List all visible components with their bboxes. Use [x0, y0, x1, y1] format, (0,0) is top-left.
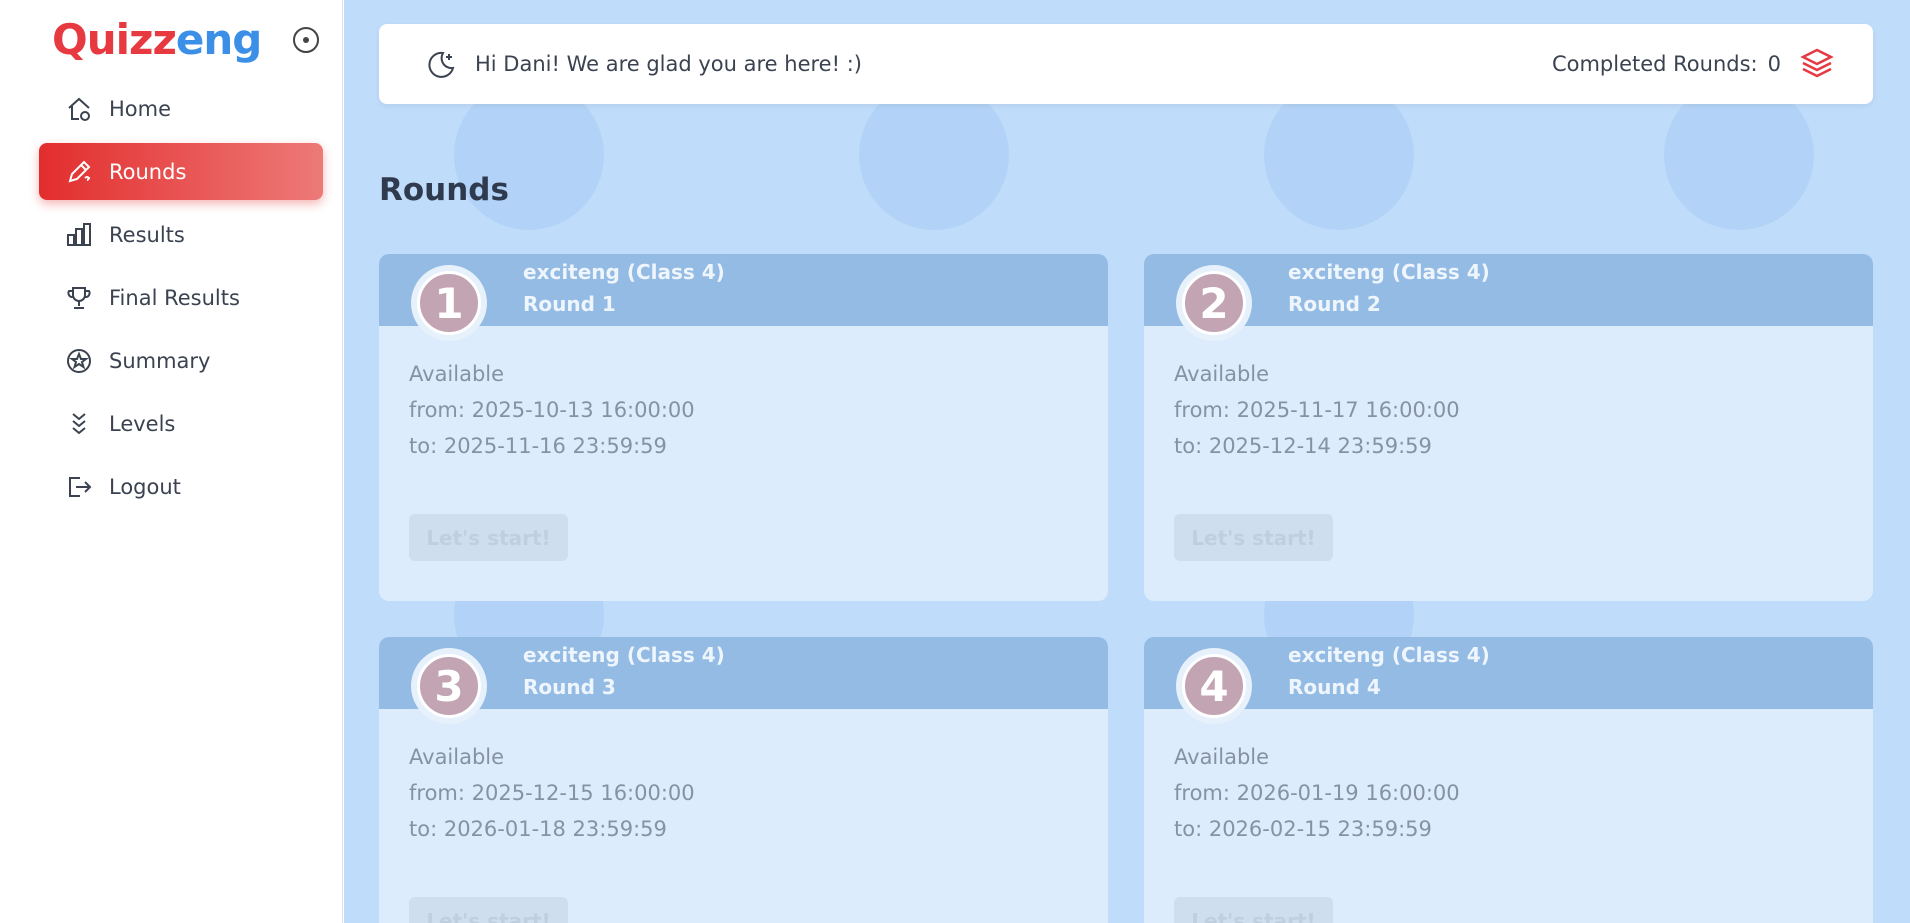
completed-rounds-label: Completed Rounds:	[1551, 52, 1758, 76]
sidebar: Quizzeng Home Rounds Results Final Resul…	[0, 0, 343, 923]
round-title: Round 4	[1288, 675, 1381, 699]
app-logo[interactable]: Quizzeng	[52, 10, 262, 70]
round-to-date: to: 2026-01-18 23:59:59	[409, 817, 667, 841]
round-availability: Available	[409, 745, 505, 769]
round-card: 3 exciteng (Class 4) Round 3 Available f…	[379, 637, 1108, 923]
home-icon	[65, 95, 93, 123]
logo-row: Quizzeng	[52, 10, 332, 70]
round-title: Round 1	[523, 292, 616, 316]
round-from-date: from: 2025-12-15 16:00:00	[409, 781, 695, 805]
round-card-header	[1144, 254, 1873, 326]
start-round-button[interactable]: Let's start!	[409, 897, 568, 923]
layers-icon	[1799, 46, 1835, 82]
pencil-icon	[65, 158, 93, 186]
round-to-date: to: 2025-11-16 23:59:59	[409, 434, 667, 458]
round-number-badge: 4	[1176, 648, 1252, 724]
sidebar-item-label: Results	[109, 222, 185, 247]
logo-red-text: uizz	[86, 15, 177, 64]
round-to-date: to: 2026-02-15 23:59:59	[1174, 817, 1432, 841]
logo-blue-text: eng	[175, 15, 262, 64]
round-availability: Available	[1174, 362, 1270, 386]
round-from-date: from: 2025-11-17 16:00:00	[1174, 398, 1460, 422]
star-circle-icon	[65, 347, 93, 375]
main-content: Hi Dani! We are glad you are here! :) Co…	[344, 0, 1910, 923]
round-number: 3	[417, 654, 481, 718]
greeting-bar: Hi Dani! We are glad you are here! :) Co…	[379, 24, 1873, 104]
sidebar-item-levels[interactable]: Levels	[39, 395, 323, 452]
greeting-text: Hi Dani! We are glad you are here! :)	[475, 52, 862, 76]
completed-rounds-value: 0	[1767, 52, 1781, 76]
round-number-badge: 3	[411, 648, 487, 724]
sidebar-item-label: Home	[109, 96, 172, 121]
round-card: 4 exciteng (Class 4) Round 4 Available f…	[1144, 637, 1873, 923]
logo-q: Q	[52, 15, 88, 64]
round-from-date: from: 2026-01-19 16:00:00	[1174, 781, 1460, 805]
sidebar-toggle-icon[interactable]	[293, 27, 319, 53]
round-class: exciteng (Class 4)	[1288, 260, 1490, 284]
round-class: exciteng (Class 4)	[523, 260, 725, 284]
sidebar-nav: Home Rounds Results Final Results Summar…	[39, 80, 323, 521]
sidebar-item-label: Rounds	[109, 159, 187, 184]
trophy-icon	[65, 284, 93, 312]
round-number: 2	[1182, 271, 1246, 335]
sidebar-item-summary[interactable]: Summary	[39, 332, 323, 389]
round-title: Round 2	[1288, 292, 1381, 316]
start-round-button[interactable]: Let's start!	[1174, 514, 1333, 561]
sidebar-item-label: Levels	[109, 411, 176, 436]
logout-icon	[65, 473, 93, 501]
round-availability: Available	[1174, 745, 1270, 769]
round-from-date: from: 2025-10-13 16:00:00	[409, 398, 695, 422]
round-to-date: to: 2025-12-14 23:59:59	[1174, 434, 1432, 458]
sidebar-item-logout[interactable]: Logout	[39, 458, 323, 515]
round-class: exciteng (Class 4)	[523, 643, 725, 667]
page-title: Rounds	[379, 172, 509, 208]
start-round-button[interactable]: Let's start!	[1174, 897, 1333, 923]
round-number-badge: 1	[411, 265, 487, 341]
completed-rounds: Completed Rounds: 0	[1552, 24, 1781, 104]
sidebar-item-label: Logout	[109, 474, 181, 499]
round-number: 1	[417, 271, 481, 335]
round-number-badge: 2	[1176, 265, 1252, 341]
round-card-header	[379, 637, 1108, 709]
sidebar-item-label: Summary	[109, 348, 211, 373]
round-card-header	[1144, 637, 1873, 709]
sidebar-item-results[interactable]: Results	[39, 206, 323, 263]
sidebar-item-home[interactable]: Home	[39, 80, 323, 137]
round-card: 2 exciteng (Class 4) Round 2 Available f…	[1144, 254, 1873, 601]
round-title: Round 3	[523, 675, 616, 699]
start-round-button[interactable]: Let's start!	[409, 514, 568, 561]
moon-icon[interactable]	[423, 48, 457, 82]
round-number: 4	[1182, 654, 1246, 718]
sidebar-item-rounds[interactable]: Rounds	[39, 143, 323, 200]
sidebar-item-label: Final Results	[109, 285, 240, 310]
sidebar-item-final-results[interactable]: Final Results	[39, 269, 323, 326]
bar-chart-icon	[65, 221, 93, 249]
round-class: exciteng (Class 4)	[1288, 643, 1490, 667]
round-card: 1 exciteng (Class 4) Round 1 Available f…	[379, 254, 1108, 601]
round-availability: Available	[409, 362, 505, 386]
chevrons-down-icon	[65, 410, 93, 438]
round-card-header	[379, 254, 1108, 326]
